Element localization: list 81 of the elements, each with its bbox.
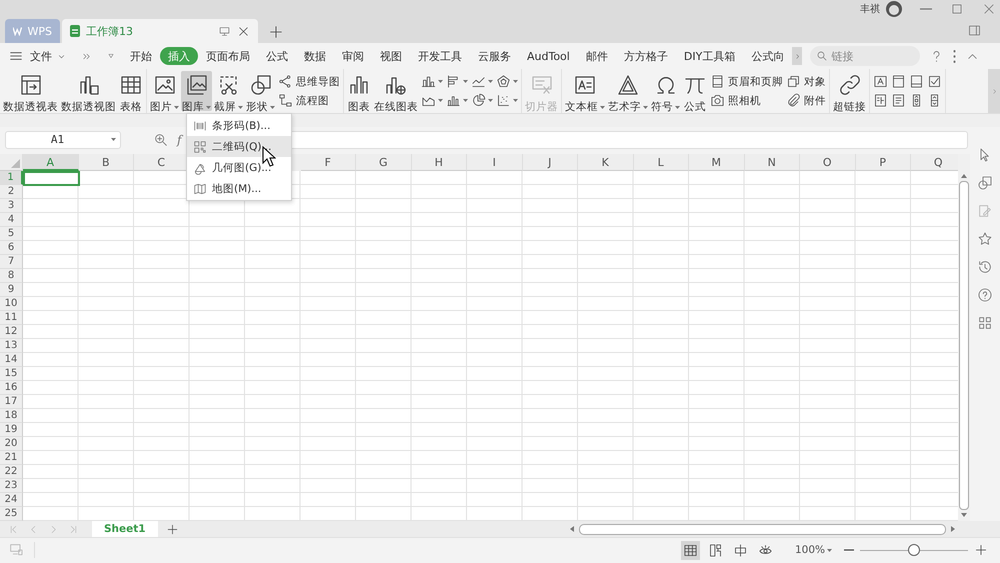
menu-item[interactable]: 地图(M)... [187, 178, 291, 199]
ribbon-button[interactable]: 截屏 [213, 71, 244, 111]
ribbon-button[interactable]: 图表 [346, 71, 372, 111]
zoom-dropdown[interactable]: 100% [794, 544, 832, 556]
menu-tab[interactable]: 云服务 [470, 47, 519, 65]
window-tab[interactable]: 工作簿13 [62, 19, 258, 43]
menu-item[interactable]: 条形码(B)... [187, 115, 291, 136]
ribbon-button[interactable]: 超链接 [832, 71, 867, 111]
column-header[interactable]: N [744, 154, 800, 171]
menu-tab[interactable]: AudTool [519, 47, 578, 65]
column-header[interactable]: P [856, 154, 911, 171]
column-header[interactable]: G [356, 154, 412, 171]
ribbon-button[interactable]: 照相机 [710, 93, 783, 108]
row-header[interactable]: 23 [0, 479, 23, 493]
ribbon-button[interactable]: 数据透视表 [2, 71, 59, 111]
ribbon-button[interactable]: 思维导图 [278, 74, 340, 89]
row-header[interactable]: 13 [0, 339, 23, 353]
menu-tab[interactable]: 数据 [296, 47, 334, 65]
ribbon-button[interactable]: 附件 [786, 93, 826, 108]
row-header[interactable]: 6 [0, 241, 23, 255]
ribbon-button[interactable]: 艺术字 [607, 71, 649, 111]
name-box[interactable]: A1 [5, 130, 121, 148]
menu-tab[interactable]: 视图 [372, 47, 410, 65]
ribbon-button[interactable]: 图片 [149, 71, 180, 111]
row-header[interactable]: 8 [0, 269, 23, 283]
ribbon-button[interactable]: 对象 [786, 74, 826, 89]
menu-tab[interactable]: 页面布局 [198, 47, 258, 65]
function-button[interactable]: f [177, 132, 182, 146]
row-header[interactable]: 21 [0, 451, 23, 465]
row-header[interactable]: 9 [0, 283, 23, 297]
column-header[interactable]: B [78, 154, 134, 171]
search-field[interactable]: 链接 [810, 46, 920, 66]
ribbon-button[interactable]: 公式 [682, 71, 708, 111]
row-header[interactable]: 22 [0, 465, 23, 479]
row-header[interactable]: 3 [0, 199, 23, 213]
menu-tab[interactable]: 公式 [258, 47, 296, 65]
column-header[interactable]: K [578, 154, 634, 171]
file-menu[interactable]: 文件 [30, 48, 52, 64]
ribbon-button[interactable]: 文本框 [564, 71, 606, 111]
menu-tab[interactable]: 邮件 [578, 47, 616, 65]
ribbon-button[interactable]: 符号 [650, 71, 681, 111]
ribbon-button[interactable]: 在线图表 [373, 71, 419, 111]
row-header[interactable]: 17 [0, 395, 23, 409]
menu-tab[interactable]: DIY工具箱 [676, 47, 744, 65]
ribbon-button[interactable]: 形状 [245, 71, 276, 111]
column-header[interactable]: L [634, 154, 689, 171]
menu-tab[interactable]: 开发工具 [410, 47, 470, 65]
row-header[interactable]: 7 [0, 255, 23, 269]
row-header[interactable]: 4 [0, 213, 23, 227]
menu-item[interactable]: 二维码(Q)... [187, 136, 291, 157]
column-header[interactable]: I [467, 154, 522, 171]
row-header[interactable]: 24 [0, 493, 23, 507]
sheet-tab[interactable]: Sheet1 [92, 521, 158, 537]
menu-tab[interactable]: 公式向 [743, 47, 792, 65]
row-header[interactable]: 14 [0, 353, 23, 367]
ribbon-button[interactable]: 流程图 [278, 93, 340, 108]
row-header[interactable]: 2 [0, 185, 23, 199]
menu-tab[interactable]: 审阅 [334, 47, 372, 65]
row-header[interactable]: 12 [0, 325, 23, 339]
row-header[interactable]: 20 [0, 437, 23, 451]
row-header[interactable]: 5 [0, 227, 23, 241]
ribbon-button[interactable]: 页眉和页脚 [710, 74, 783, 89]
row-header[interactable]: 10 [0, 297, 23, 311]
row-header[interactable]: 18 [0, 409, 23, 423]
column-header[interactable]: J [522, 154, 578, 171]
menu-tab[interactable]: 方方格子 [616, 47, 676, 65]
user-name: 丰祺 [860, 2, 880, 16]
ribbon-button[interactable]: 图库 [181, 71, 212, 111]
row-header[interactable]: 25 [0, 507, 23, 521]
row-header[interactable]: 19 [0, 423, 23, 437]
column-header[interactable]: H [412, 154, 467, 171]
row-header[interactable]: 16 [0, 381, 23, 395]
column-header[interactable]: O [800, 154, 856, 171]
column-header[interactable]: F [300, 154, 356, 171]
row-header[interactable]: 11 [0, 311, 23, 325]
menu-item[interactable]: 几何图(G)... [187, 157, 291, 178]
ribbon-button[interactable]: 表格 [118, 71, 144, 111]
ribbon-button[interactable]: 数据透视图 [60, 71, 117, 111]
row-header[interactable]: 15 [0, 367, 23, 381]
menu-tab[interactable]: 开始 [122, 47, 160, 65]
column-header[interactable]: M [689, 154, 744, 171]
